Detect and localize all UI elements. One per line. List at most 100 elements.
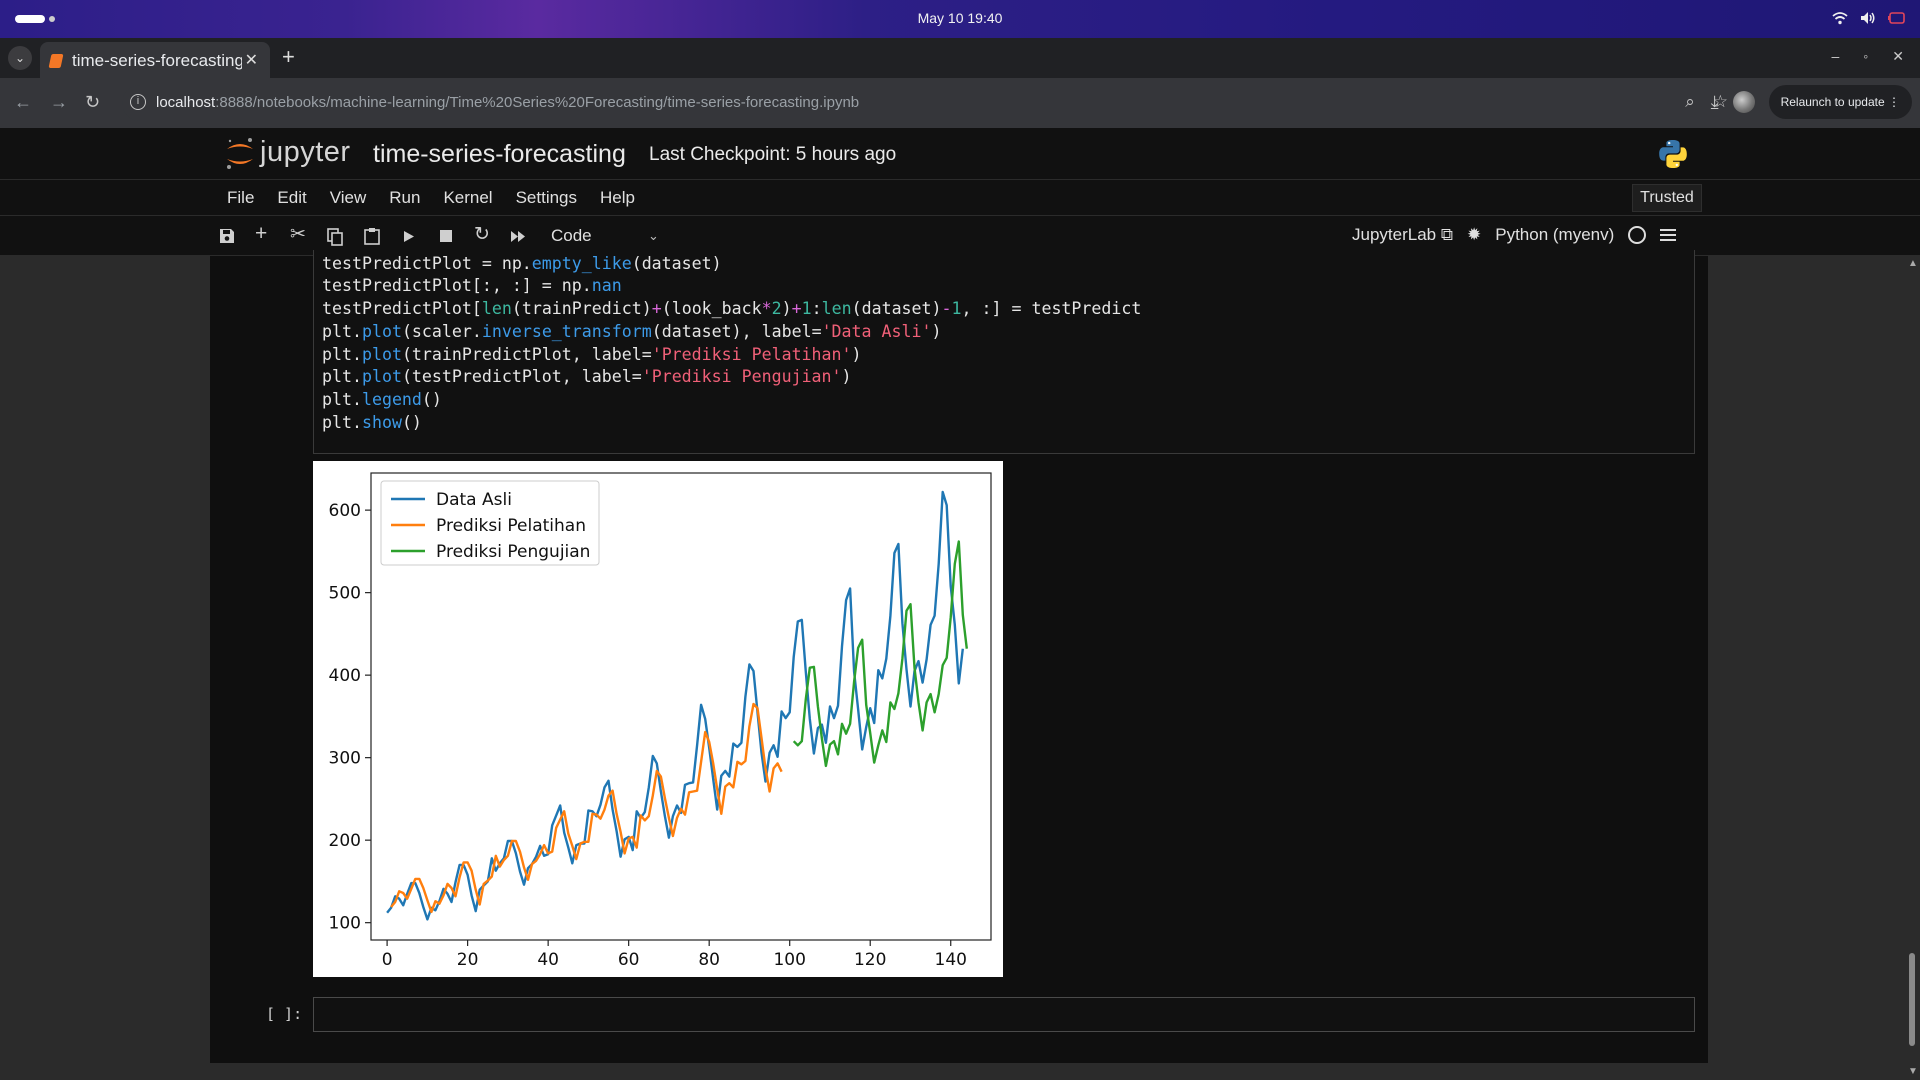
y-tick-label: 100: [329, 914, 361, 934]
os-clock[interactable]: May 10 19:40: [0, 10, 1920, 26]
back-arrow-icon[interactable]: ←: [14, 92, 32, 113]
copy-icon[interactable]: [327, 228, 343, 246]
menu-view[interactable]: View: [330, 188, 367, 208]
code-token: (testPredictPlot, label=: [401, 367, 642, 387]
code-token: (dataset): [631, 253, 722, 273]
x-tick-label: 140: [935, 950, 967, 970]
code-token: ): [781, 299, 792, 319]
chevron-down-icon[interactable]: ⌄: [648, 228, 659, 244]
stop-square-icon[interactable]: [440, 230, 452, 242]
code-token: +: [791, 299, 802, 319]
code-token: *: [761, 299, 772, 319]
code-token: (trainPredictPlot, label=: [401, 344, 652, 364]
code-token: (trainPredict): [511, 299, 652, 319]
code-token: (scaler.: [401, 321, 482, 341]
y-tick-label: 600: [329, 501, 361, 521]
code-editor[interactable]: trainPredictPlot[look_back:len(trainPred…: [322, 250, 1141, 434]
line-chart: 0 20 40 60 80 100 120 140 100 200 300 400 500 600 Data…: [329, 472, 992, 970]
menu-file[interactable]: File: [227, 188, 254, 208]
code-token: plt.: [322, 367, 362, 387]
save-icon[interactable]: [219, 228, 235, 244]
battery-icon: [1888, 12, 1905, 24]
code-line[interactable]: plt.show(): [322, 412, 1141, 435]
trusted-indicator[interactable]: Trusted: [1632, 184, 1702, 212]
code-line[interactable]: plt.legend(): [322, 389, 1141, 412]
code-line[interactable]: testPredictPlot = np.empty_like(dataset): [322, 253, 1141, 276]
code-token: legend: [361, 389, 422, 409]
x-tick-label: 20: [457, 950, 479, 970]
jupyterlab-link[interactable]: JupyterLab ⧉: [1352, 225, 1453, 245]
code-line[interactable]: testPredictPlot[:, :] = np.nan: [322, 275, 1141, 298]
minimize-icon[interactable]: –: [1832, 48, 1840, 65]
code-line[interactable]: plt.plot(trainPredictPlot, label='Predik…: [322, 344, 1141, 367]
code-token: 2: [771, 299, 782, 319]
add-cell-plus-icon[interactable]: +: [255, 222, 267, 246]
browser-tab-active[interactable]: time-series-forecasting ✕: [40, 42, 270, 78]
code-token: (dataset): [851, 299, 942, 319]
code-token: 1: [951, 299, 962, 319]
kernel-name[interactable]: Python (myenv): [1495, 225, 1614, 245]
jupyter-logo-icon[interactable]: [224, 136, 256, 172]
tab-search-chevron-icon[interactable]: ⌄: [8, 46, 32, 70]
code-token: inverse_transform: [481, 321, 652, 341]
code-token: (): [401, 412, 422, 432]
cell-type-select[interactable]: Code: [551, 226, 592, 246]
run-play-icon[interactable]: [403, 230, 415, 243]
hamburger-menu-icon[interactable]: [1660, 226, 1677, 244]
site-info-icon[interactable]: i: [130, 94, 146, 110]
fast-forward-icon[interactable]: [510, 230, 526, 243]
menu-settings[interactable]: Settings: [516, 188, 577, 208]
url-host: localhost: [156, 94, 216, 111]
legend-label: Prediksi Pelatihan: [436, 516, 586, 536]
url-text[interactable]: localhost:8888/notebooks/machine-learnin…: [156, 94, 859, 111]
jupyter-menu-bar: File Edit View Run Kernel Settings Help …: [0, 180, 1920, 216]
python-logo-icon: [1659, 140, 1687, 168]
zoom-icon[interactable]: ⌕: [1685, 92, 1695, 112]
menu-kernel[interactable]: Kernel: [443, 188, 492, 208]
address-bar[interactable]: i localhost:8888/notebooks/machine-learn…: [122, 85, 1738, 121]
menu-help[interactable]: Help: [600, 188, 635, 208]
menu-edit[interactable]: Edit: [277, 188, 306, 208]
code-line[interactable]: plt.plot(testPredictPlot, label='Prediks…: [322, 366, 1141, 389]
reload-icon[interactable]: ↻: [85, 92, 100, 113]
legend-label: Data Asli: [436, 490, 512, 510]
code-line[interactable]: testPredictPlot[len(trainPredict)+(look_…: [322, 298, 1141, 321]
empty-code-cell[interactable]: [313, 997, 1695, 1032]
restart-kernel-icon[interactable]: ↻: [474, 223, 490, 246]
close-window-icon[interactable]: ✕: [1892, 48, 1904, 65]
relaunch-to-update-button[interactable]: Relaunch to update ⋮: [1768, 85, 1912, 119]
toolbar-right: JupyterLab ⧉ ✹ Python (myenv): [1352, 225, 1677, 245]
code-token: plot: [361, 344, 402, 364]
external-link-icon: ⧉: [1440, 225, 1453, 244]
scrollbar-thumb[interactable]: [1909, 953, 1915, 1046]
cut-scissors-icon[interactable]: ✂: [290, 223, 306, 246]
system-tray[interactable]: [1832, 11, 1906, 25]
paste-clipboard-icon[interactable]: [364, 227, 380, 245]
y-tick-label: 400: [329, 666, 361, 686]
code-token: 'Data Asli': [821, 321, 932, 341]
tab-close-icon[interactable]: ✕: [245, 50, 258, 70]
forward-arrow-icon[interactable]: →: [50, 92, 68, 113]
code-token: plt.: [322, 344, 362, 364]
profile-avatar[interactable]: [1732, 91, 1755, 113]
x-tick-label: 120: [854, 950, 886, 970]
notebook-title[interactable]: time-series-forecasting: [373, 140, 626, 169]
y-tick-label: 200: [329, 831, 361, 851]
download-icon[interactable]: ⤓: [1711, 92, 1719, 113]
new-tab-plus-icon[interactable]: +: [282, 44, 295, 70]
wifi-icon: [1832, 12, 1848, 25]
relaunch-label: Relaunch to update: [1780, 95, 1885, 109]
code-token: len: [481, 299, 512, 319]
input-prompt: [ ]:: [266, 1005, 303, 1023]
url-path: :8888/notebooks/machine-learning/Time%20…: [215, 94, 860, 111]
code-token: testPredictPlot = np.: [322, 253, 532, 273]
scroll-down-arrow-icon[interactable]: ▼: [1908, 1066, 1918, 1077]
menu-run[interactable]: Run: [389, 188, 420, 208]
volume-icon: [1861, 12, 1875, 24]
scroll-up-arrow-icon[interactable]: ▲: [1908, 258, 1918, 269]
maximize-icon[interactable]: ◦: [1863, 48, 1868, 65]
debugger-bug-icon[interactable]: ✹: [1467, 225, 1481, 245]
code-line[interactable]: plt.plot(scaler.inverse_transform(datase…: [322, 321, 1141, 344]
code-cell[interactable]: trainPredictPlot[look_back:len(trainPred…: [313, 250, 1695, 454]
jupyter-logo-text[interactable]: jupyter: [260, 136, 351, 169]
